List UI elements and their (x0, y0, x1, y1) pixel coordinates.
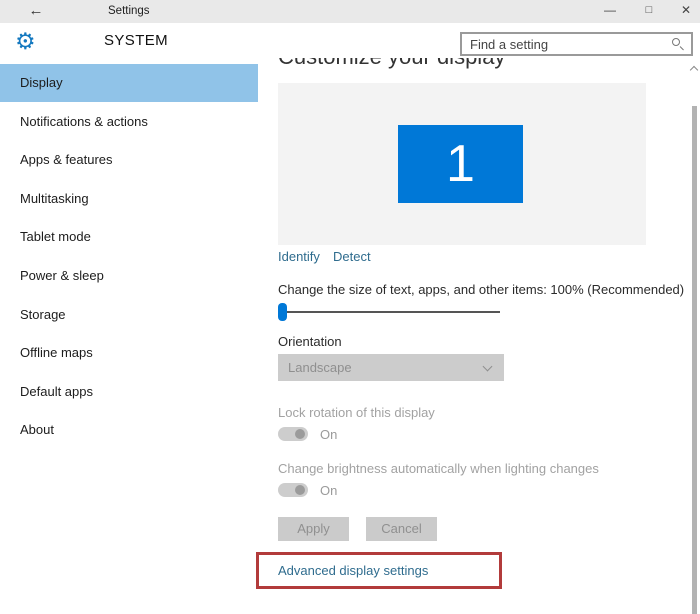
cancel-button[interactable]: Cancel (366, 517, 437, 541)
sidebar-item-power-sleep[interactable]: Power & sleep (0, 257, 258, 295)
orientation-value: Landscape (288, 360, 352, 375)
size-slider-track[interactable] (278, 311, 500, 313)
sidebar-item-default-apps[interactable]: Default apps (0, 373, 258, 411)
minimize-icon: — (604, 3, 616, 17)
gear-icon: ⚙ (15, 28, 36, 54)
toggle-knob (295, 429, 305, 439)
header: ⚙ SYSTEM (0, 23, 700, 58)
search-icon[interactable] (672, 38, 684, 51)
section-heading: Customize your display (278, 58, 608, 70)
sidebar-item-tablet-mode[interactable]: Tablet mode (0, 218, 258, 256)
close-icon: ✕ (680, 3, 692, 17)
advanced-display-settings-link[interactable]: Advanced display settings (278, 563, 428, 578)
scrollbar-thumb[interactable] (692, 106, 697, 614)
brightness-label: Change brightness automatically when lig… (278, 461, 599, 476)
chevron-down-icon (482, 361, 493, 372)
search-box[interactable] (460, 32, 693, 56)
apply-button[interactable]: Apply (278, 517, 349, 541)
sidebar-item-storage[interactable]: Storage (0, 296, 258, 334)
toggle-knob (295, 485, 305, 495)
maximize-button[interactable]: □ (634, 0, 664, 23)
search-input[interactable] (462, 34, 667, 54)
sidebar-item-about[interactable]: About (0, 411, 258, 449)
monitor-1-graphic[interactable]: 1 (398, 125, 523, 203)
sidebar-item-notifications[interactable]: Notifications & actions (0, 103, 258, 141)
detect-link[interactable]: Detect (333, 249, 371, 264)
sidebar-item-multitasking[interactable]: Multitasking (0, 180, 258, 218)
section-heading-clipped: Customize your display (278, 58, 608, 73)
scroll-up-icon[interactable] (689, 65, 699, 75)
brightness-state: On (320, 483, 338, 498)
lock-rotation-label: Lock rotation of this display (278, 405, 435, 420)
lock-rotation-state: On (320, 427, 338, 442)
page-title: SYSTEM (104, 32, 169, 49)
window-title: Settings (108, 5, 150, 17)
size-slider-thumb[interactable] (278, 303, 287, 321)
brightness-toggle[interactable] (278, 483, 308, 497)
maximize-icon: □ (645, 4, 653, 16)
display-preview-panel: 1 (278, 83, 646, 245)
orientation-dropdown[interactable]: Landscape (278, 354, 504, 381)
sidebar-item-display[interactable]: Display (0, 64, 258, 102)
close-button[interactable]: ✕ (671, 0, 700, 23)
back-button[interactable]: ← (22, 0, 50, 23)
sidebar-item-offline-maps[interactable]: Offline maps (0, 334, 258, 372)
sidebar-item-apps[interactable]: Apps & features (0, 141, 258, 179)
minimize-button[interactable]: — (595, 0, 625, 23)
settings-window: ← Settings — □ ✕ ⚙ SYSTEM Display Notifi… (0, 0, 700, 614)
monitor-number: 1 (446, 135, 475, 193)
size-label: Change the size of text, apps, and other… (278, 282, 685, 297)
orientation-label: Orientation (278, 334, 342, 349)
back-icon: ← (28, 2, 44, 19)
identify-link[interactable]: Identify (278, 249, 320, 264)
lock-rotation-toggle[interactable] (278, 427, 308, 441)
sidebar: Display Notifications & actions Apps & f… (0, 58, 258, 614)
titlebar: ← Settings — □ ✕ (0, 0, 700, 23)
